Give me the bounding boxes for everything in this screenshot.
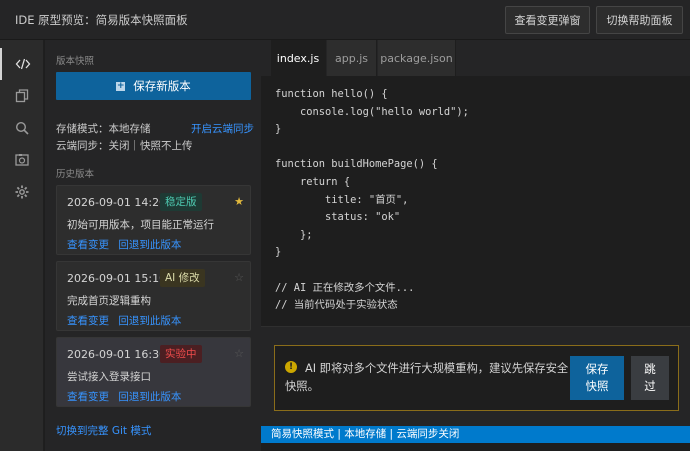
window-title: IDE 原型预览：简易版本快照面板	[15, 13, 188, 27]
code-content[interactable]: function hello() { console.log("hello wo…	[275, 86, 469, 315]
star-outline-icon[interactable]: ☆	[234, 271, 244, 284]
save-new-version-label: 保存新版本	[133, 79, 191, 93]
section-label: 版本快照	[56, 56, 95, 67]
save-new-version-button[interactable]: + 保存新版本	[56, 72, 251, 100]
code-icon[interactable]	[0, 48, 44, 80]
code-line: }	[275, 123, 282, 136]
refactor-warning-notice: ! AI 即将对多个文件进行大规模重构，建议先保存安全快照。 保存快照 跳过	[274, 345, 679, 411]
snapshot-card[interactable]: 2026-09-01 14:20 稳定版 ★ 初始可用版本，项目能正常运行 查看…	[56, 185, 251, 255]
star-filled-icon[interactable]: ★	[234, 195, 244, 208]
status-badge: 实验中	[160, 345, 202, 363]
search-icon[interactable]	[0, 112, 44, 144]
skip-button[interactable]: 跳过	[631, 356, 669, 400]
snapshot-sidebar: 版本快照 + 保存新版本 存储模式：本地存储 开启云端同步 云端同步：关闭｜快照…	[45, 40, 261, 451]
gear-icon[interactable]	[0, 176, 44, 208]
code-line: console.log("hello world");	[275, 105, 469, 118]
code-line: // AI 正在修改多个文件...	[275, 281, 415, 294]
rollback-link[interactable]: 回退到此版本	[118, 391, 181, 403]
tab-app-js[interactable]: app.js	[327, 40, 377, 76]
toggle-help-panel-button[interactable]: 切换帮助面板	[596, 6, 683, 34]
status-badge: 稳定版	[160, 193, 202, 211]
snapshot-card[interactable]: 2026-09-01 15:10 AI 修改 ☆ 完成首页逻辑重构 查看变更 回…	[56, 261, 251, 331]
storage-mode: 存储模式：本地存储	[56, 123, 151, 135]
view-changes-link[interactable]: 查看变更	[67, 391, 109, 403]
switch-git-mode-link[interactable]: 切换到完整 Git 模式	[56, 423, 151, 438]
save-snapshot-button[interactable]: 保存快照	[570, 356, 624, 400]
rollback-link[interactable]: 回退到此版本	[118, 239, 181, 251]
history-label: 历史版本	[56, 169, 95, 180]
title-bar: IDE 原型预览：简易版本快照面板 查看变更弹窗 切换帮助面板	[0, 0, 690, 40]
view-changes-link[interactable]: 查看变更	[67, 315, 109, 327]
enable-cloud-sync-link[interactable]: 开启云端同步	[191, 121, 254, 136]
code-line: function hello() {	[275, 88, 388, 100]
code-line: // 当前代码处于实验状态	[275, 299, 398, 312]
code-line: };	[275, 228, 313, 241]
notice-message: AI 即将对多个文件进行大规模重构，建议先保存安全快照。	[285, 362, 569, 393]
snapshot-time: 2026-09-01 15:10	[67, 272, 167, 285]
code-editor: index.js app.js package.json function he…	[261, 40, 690, 326]
view-changes-link[interactable]: 查看变更	[67, 239, 109, 251]
snapshot-time: 2026-09-01 14:20	[67, 196, 167, 209]
editor-tabs: index.js app.js package.json	[261, 40, 690, 76]
notification-area: ! AI 即将对多个文件进行大规模重构，建议先保存安全快照。 保存快照 跳过	[261, 326, 690, 426]
snapshot-time: 2026-09-01 16:30	[67, 348, 167, 361]
cloud-sync-status: 云端同步：关闭｜快照不上传	[56, 140, 193, 152]
code-line: return {	[275, 175, 351, 188]
tab-index-js[interactable]: index.js	[271, 40, 326, 76]
view-changes-popup-button[interactable]: 查看变更弹窗	[505, 6, 590, 34]
tab-package-json[interactable]: package.json	[378, 40, 456, 76]
code-line: function buildHomePage() {	[275, 158, 438, 171]
snapshot-card[interactable]: 2026-09-01 16:30 实验中 ☆ 尝试接入登录接口 查看变更 回退到…	[56, 337, 251, 407]
camera-icon[interactable]	[0, 144, 44, 176]
copy-icon[interactable]	[0, 80, 44, 112]
status-badge: AI 修改	[160, 269, 205, 287]
snapshot-description: 完成首页逻辑重构	[67, 295, 151, 307]
snapshot-description: 尝试接入登录接口	[67, 371, 151, 383]
status-bar: 简易快照模式 | 本地存储 | 云端同步关闭	[261, 426, 690, 443]
activity-bar	[0, 40, 44, 451]
plus-icon: +	[116, 80, 126, 91]
code-line: title: "首页",	[275, 193, 409, 206]
code-line: status: "ok"	[275, 211, 401, 224]
code-line: }	[275, 246, 282, 259]
star-outline-icon[interactable]: ☆	[234, 347, 244, 360]
rollback-link[interactable]: 回退到此版本	[118, 315, 181, 327]
snapshot-description: 初始可用版本，项目能正常运行	[67, 219, 214, 231]
